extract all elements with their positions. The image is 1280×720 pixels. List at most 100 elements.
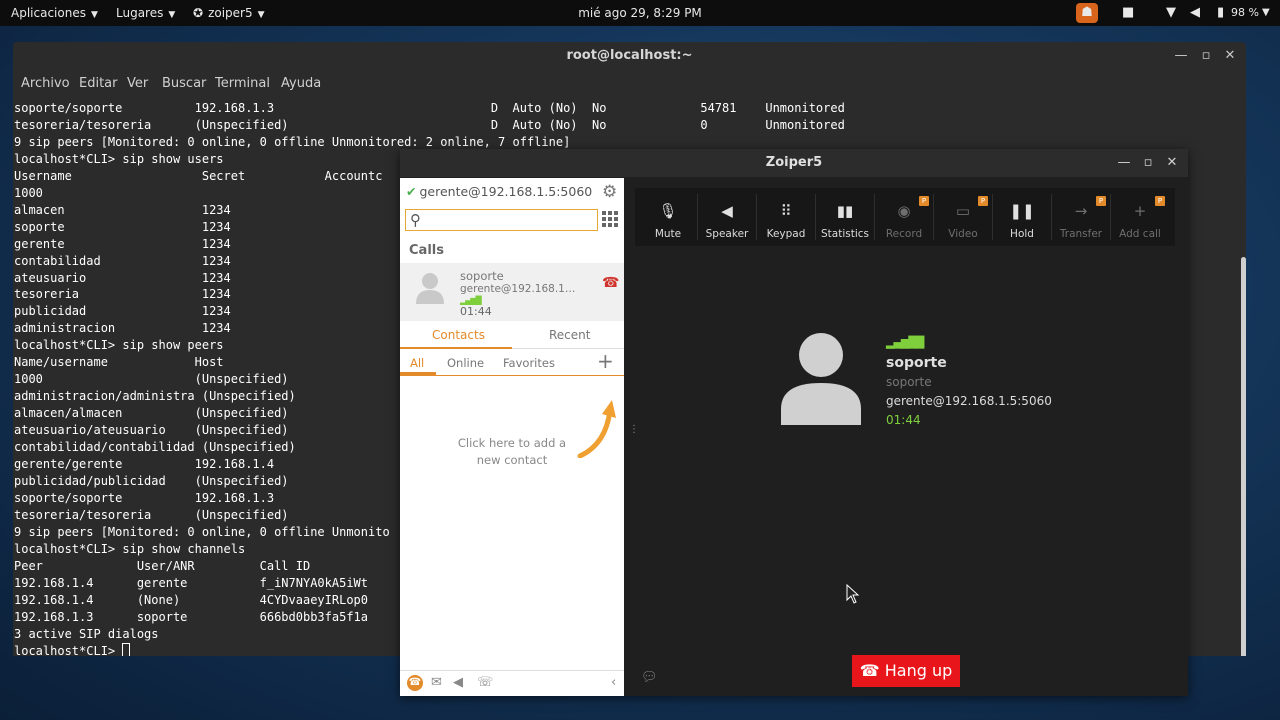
add-contact-hint-line2: new contact [476, 453, 548, 467]
system-menu-caret-icon[interactable]: ▼ [1262, 0, 1270, 26]
statistics-button[interactable]: ▮▮ Statistics [816, 188, 874, 246]
video-button[interactable]: ▭ Video P [934, 188, 992, 246]
tab-contacts[interactable]: Contacts [432, 328, 485, 342]
minimize-icon[interactable]: — [1171, 42, 1191, 70]
pro-badge: P [1155, 196, 1165, 206]
toolbar-label: Keypad [766, 228, 806, 240]
zoiper-window[interactable]: Zoiper5 — ▫ ✕ ✔ gerente@192.168.1.5:5060 … [400, 149, 1188, 696]
toolbar-label: Hold [1010, 228, 1034, 240]
add-call-button[interactable]: + Add call P [1111, 188, 1169, 246]
drag-handle-icon[interactable]: ⋮ [629, 425, 639, 435]
terminal-menubar: Archivo Editar Ver Buscar Terminal Ayuda [13, 70, 1246, 98]
chevron-down-icon: ▼ [168, 10, 176, 20]
filter-online[interactable]: Online [447, 356, 484, 370]
pro-badge: P [978, 196, 988, 206]
call-item-account: gerente@192.168.1.5:5060 [460, 283, 578, 295]
active-call-item[interactable]: soporte gerente@192.168.1.5:5060 ▂▄▆█ 01… [400, 263, 624, 321]
call-duration: 01:44 [886, 413, 921, 427]
chat-icon[interactable]: 💬︎ [641, 670, 658, 685]
call-toolbar: 🎙︎ Mute ◀ Speaker ⠿ Keypad ▮▮ Statistics ◉ Record… [635, 188, 1175, 246]
mic-off-icon: 🎙︎ [658, 202, 678, 220]
battery-percent: 98 % [1231, 6, 1259, 19]
sidebar-bottom-bar: ☎ ✉ ◀ ☏ ‹ [400, 670, 624, 696]
menu-ayuda[interactable]: Ayuda [281, 76, 321, 91]
mail-icon[interactable]: ✉ [431, 675, 442, 690]
maximize-icon[interactable]: ▫ [1138, 149, 1158, 177]
transfer-button[interactable]: → Transfer P [1052, 188, 1110, 246]
terminal-cursor[interactable] [122, 642, 131, 656]
chevron-down-icon: ▼ [90, 10, 98, 20]
wifi-icon[interactable]: ▼ [1166, 0, 1176, 26]
toolbar-label: Statistics [821, 228, 869, 240]
signal-icon: ▂▄▆██ [886, 336, 924, 349]
chevron-down-icon: ▼ [257, 10, 265, 20]
signal-icon: ▂▄▆█ [460, 296, 482, 305]
camera-indicator-icon[interactable]: ■ [1122, 0, 1134, 26]
menu-editar[interactable]: Editar [79, 76, 118, 91]
callee-subtitle: soporte [886, 375, 932, 389]
hangup-button[interactable]: ☎ Hang up [852, 655, 960, 687]
tab-recent[interactable]: Recent [549, 328, 590, 342]
current-app-menu[interactable]: ✪ zoiper5 ▼ [193, 0, 265, 26]
terminal-prompt: localhost*CLI> [14, 643, 123, 657]
places-menu[interactable]: Lugares ▼ [116, 0, 175, 26]
toolbar-label: Speaker [705, 228, 749, 240]
call-item-name: soporte [460, 269, 504, 283]
account-label: gerente@192.168.1.5:5060 [419, 184, 593, 199]
menu-buscar[interactable]: Buscar [162, 76, 206, 91]
phone-icon[interactable]: ☎ [407, 675, 423, 691]
add-contact-icon[interactable]: + [597, 350, 614, 372]
hangup-small-icon[interactable]: ☎ [602, 275, 619, 291]
add-contact-hint[interactable]: Click here to add a new contact [448, 435, 576, 469]
gear-icon[interactable]: ⚙ [602, 182, 617, 202]
battery-icon[interactable]: ▮ [1217, 0, 1224, 26]
curved-arrow-icon [577, 400, 616, 458]
dialpad-icon[interactable] [602, 211, 618, 227]
hangup-label: Hang up [884, 661, 953, 680]
contact-filter-tabs: All Online Favorites + [400, 350, 624, 376]
terminal-scrollbar[interactable] [1241, 257, 1246, 656]
current-app-label: zoiper5 [208, 6, 253, 20]
filter-all[interactable]: All [410, 356, 424, 370]
mouse-pointer-icon [846, 584, 860, 604]
contacts-tabs: Contacts Recent [400, 321, 624, 349]
call-history-icon[interactable]: ☏ [477, 675, 493, 690]
statistics-icon: ▮▮ [836, 202, 854, 220]
maximize-icon[interactable]: ▫ [1196, 42, 1216, 70]
toolbar-label: Video [948, 228, 978, 240]
add-contact-hint-line1: Click here to add a [457, 436, 567, 450]
menu-terminal[interactable]: Terminal [215, 76, 270, 91]
tray-app-icon[interactable]: ☗ [1076, 3, 1098, 23]
applications-label: Aplicaciones [11, 6, 86, 20]
hold-button[interactable]: ❚❚ Hold [993, 188, 1051, 246]
terminal-line: soporte/soporte 192.168.1.3 D Auto (No) … [14, 101, 845, 115]
filter-favorites[interactable]: Favorites [503, 356, 555, 370]
volume-icon[interactable]: ◀ [1190, 0, 1200, 26]
minimize-icon[interactable]: — [1114, 149, 1134, 177]
search-box[interactable]: ⚲ [405, 209, 598, 231]
checkmark-icon: ✔ [406, 184, 417, 199]
close-icon[interactable]: ✕ [1220, 42, 1240, 70]
places-label: Lugares [116, 6, 164, 20]
collapse-icon[interactable]: ‹ [611, 675, 616, 690]
menu-ver[interactable]: Ver [127, 76, 148, 91]
pause-icon: ❚❚ [1009, 202, 1035, 220]
phone-hangup-icon: ☎ [859, 661, 880, 680]
account-status[interactable]: ✔ gerente@192.168.1.5:5060 [406, 184, 592, 199]
menu-archivo[interactable]: Archivo [21, 76, 70, 91]
call-panel: 🎙︎ Mute ◀ Speaker ⠿ Keypad ▮▮ Statistics ◉ Record… [625, 178, 1188, 696]
call-item-time: 01:44 [460, 305, 492, 318]
tab-underline [400, 347, 512, 349]
keypad-button[interactable]: ⠿ Keypad [757, 188, 815, 246]
zoiper-app-icon: ✪ [193, 6, 204, 20]
record-button[interactable]: ◉ Record P [875, 188, 933, 246]
mute-button[interactable]: 🎙︎ Mute [639, 188, 697, 246]
close-icon[interactable]: ✕ [1162, 149, 1182, 177]
search-input[interactable] [430, 212, 590, 228]
speaker-button[interactable]: ◀ Speaker [698, 188, 756, 246]
toolbar-label: Record [885, 228, 923, 240]
toolbar-label: Add call [1119, 228, 1161, 240]
applications-menu[interactable]: Aplicaciones ▼ [11, 0, 98, 26]
search-icon: ⚲ [410, 211, 421, 229]
voicemail-icon[interactable]: ◀ [453, 675, 463, 690]
